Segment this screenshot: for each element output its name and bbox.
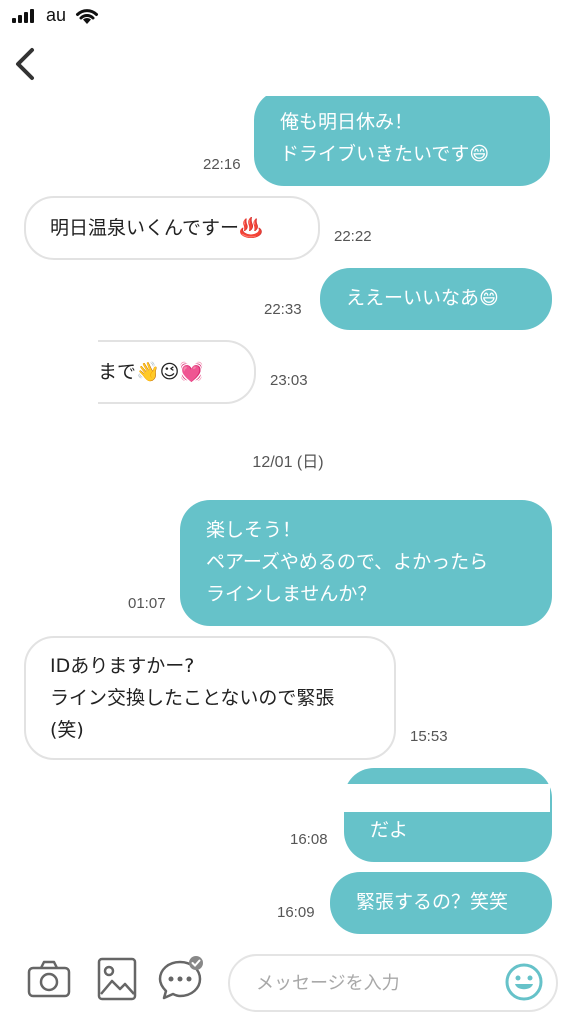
back-chevron-icon[interactable] bbox=[8, 44, 44, 84]
status-bar: au bbox=[0, 0, 576, 36]
outgoing-message[interactable]: 俺も明日休み！ ドライブいきたいです😄 bbox=[254, 96, 550, 186]
signal-strength-icon bbox=[12, 9, 36, 23]
message-time: 22:16 bbox=[203, 156, 241, 173]
date-separator: 12/01 (日) bbox=[252, 454, 324, 471]
message-time: 01:07 bbox=[128, 595, 166, 612]
message-line: 楽しそう！ bbox=[206, 519, 302, 541]
message-line: まで👋😉💓 bbox=[98, 361, 204, 383]
outgoing-message[interactable]: ええーいいなあ😄 bbox=[320, 268, 552, 330]
message-line: 緊張するの？笑笑 bbox=[356, 891, 509, 913]
message-time: 23:03 bbox=[270, 372, 308, 389]
carrier-name: au bbox=[46, 5, 67, 25]
message-line: ドライブいきたいです😄 bbox=[280, 143, 490, 165]
message-line: ライン交換したことないので緊張 bbox=[50, 687, 335, 709]
camera-icon[interactable] bbox=[24, 954, 74, 1004]
message-time: 22:33 bbox=[264, 301, 302, 318]
wifi-icon bbox=[76, 9, 98, 24]
chat-template-icon[interactable] bbox=[156, 954, 206, 1004]
outgoing-message[interactable]: 楽しそう！ ペアーズやめるので、よかったら ラインしませんか？ bbox=[180, 500, 552, 626]
incoming-message[interactable]: 明日温泉いくんですー♨️ bbox=[24, 196, 320, 260]
message-line: IDありますかー? bbox=[50, 655, 195, 677]
incoming-message[interactable]: まで👋😉💓 bbox=[98, 340, 256, 404]
message-line: ペアーズやめるので、よかったら bbox=[206, 551, 489, 573]
message-time: 16:08 bbox=[290, 831, 328, 848]
message-time: 22:22 bbox=[334, 228, 372, 245]
message-time: 15:53 bbox=[410, 728, 448, 745]
message-list[interactable]: 俺も明日休み！ ドライブいきたいです😄 22:16 明日温泉いくんですー♨️ 2… bbox=[0, 96, 576, 940]
message-time: 16:09 bbox=[277, 904, 315, 921]
message-line: 明日温泉いくんですー♨️ bbox=[50, 217, 263, 239]
message-line: だよ bbox=[370, 819, 409, 841]
outgoing-message[interactable]: だよ bbox=[344, 768, 552, 862]
message-line: ええーいいなあ😄 bbox=[346, 287, 499, 309]
message-line: ラインしませんか？ bbox=[206, 583, 377, 605]
image-icon[interactable] bbox=[92, 954, 142, 1004]
incoming-message[interactable]: IDありますかー? ライン交換したことないので緊張 (笑) bbox=[24, 636, 396, 760]
redaction-block bbox=[344, 784, 550, 812]
smile-icon[interactable] bbox=[504, 962, 544, 1002]
outgoing-message[interactable]: 緊張するの？笑笑 bbox=[330, 872, 552, 934]
message-line: 俺も明日休み！ bbox=[280, 111, 414, 133]
message-input-bar bbox=[0, 940, 576, 1024]
message-line: (笑) bbox=[50, 719, 84, 741]
